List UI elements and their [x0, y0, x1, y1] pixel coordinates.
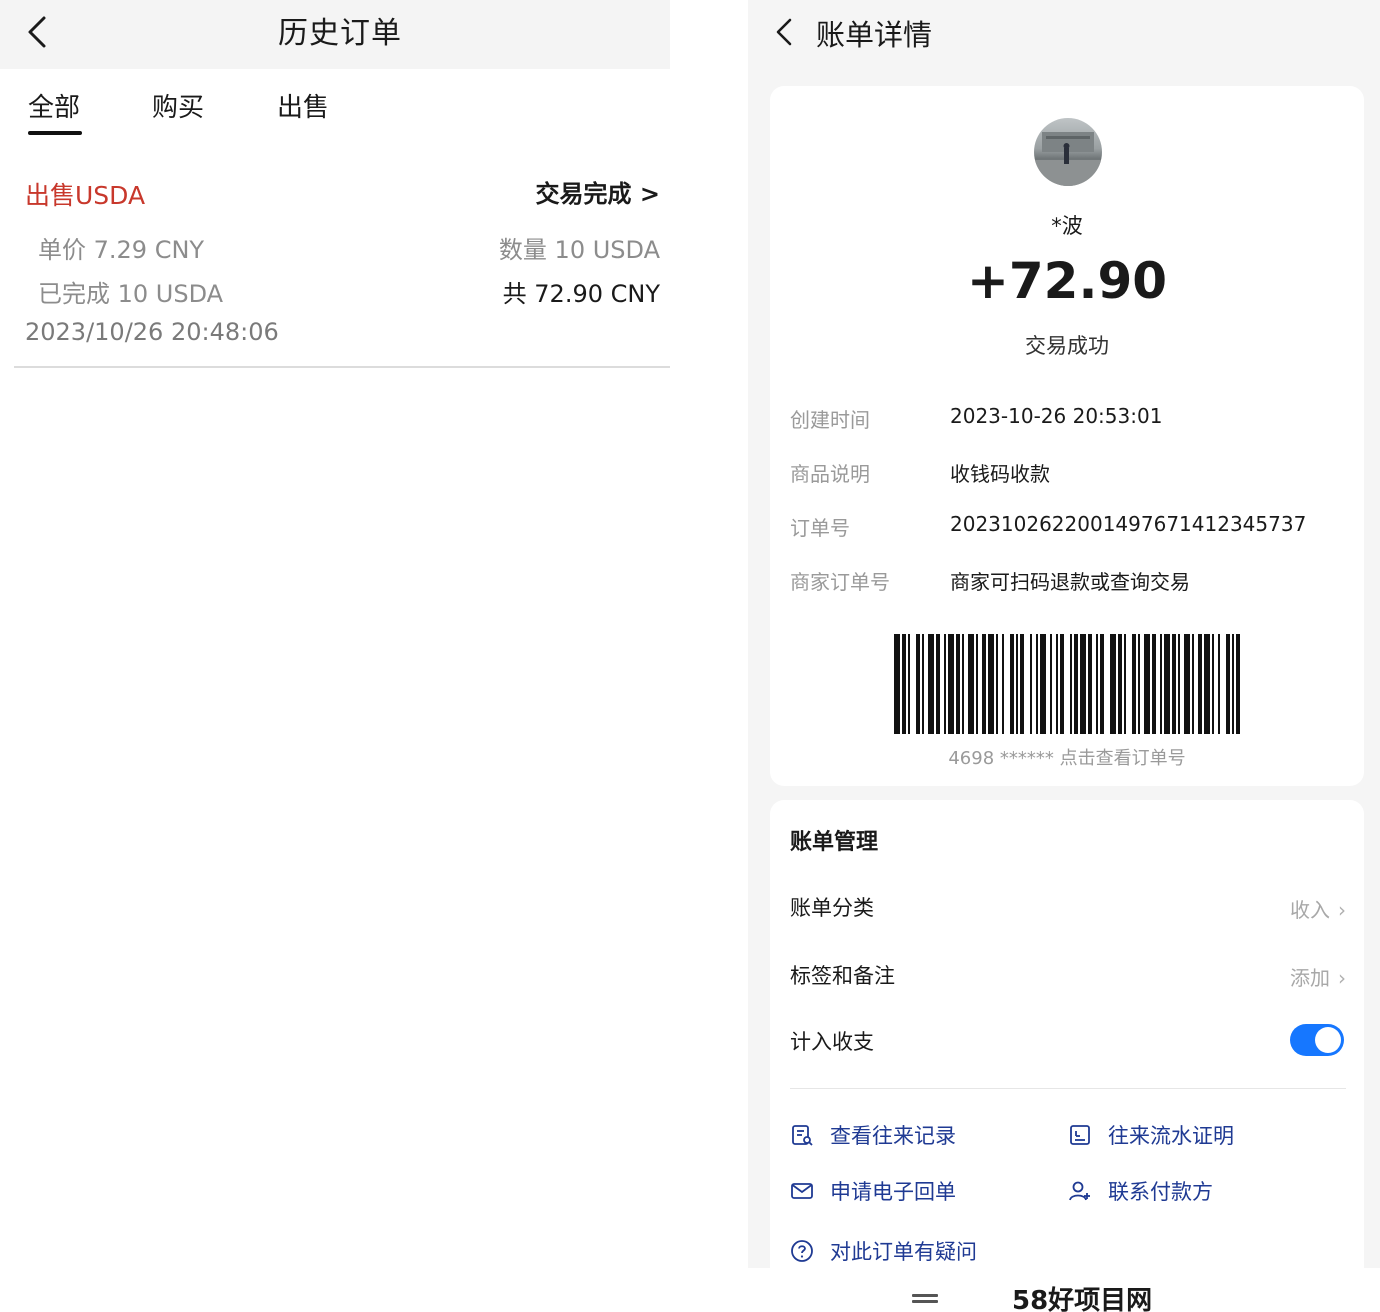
created-time-value: 2023-10-26 20:53:01 [950, 404, 1163, 428]
barcode-caption[interactable]: 4698 ****** 点击查看订单号 [770, 744, 1364, 770]
question-label: 对此订单有疑问 [830, 1240, 977, 1264]
tab-active-indicator [28, 131, 82, 135]
back-arrow-icon[interactable] [768, 14, 804, 50]
contact-payer-label: 联系付款方 [1108, 1180, 1213, 1204]
order-no-label: 订单号 [790, 516, 850, 540]
contact-payer-button[interactable]: 联系付款方 [1068, 1176, 1213, 1206]
order-type: 出售USDA [25, 181, 146, 210]
bill-amount: +72.90 [966, 252, 1168, 310]
order-time: 2023/10/26 20:48:06 [25, 318, 279, 346]
nav-gesture-icon [912, 1294, 938, 1304]
tab-buy[interactable]: 购买 [152, 87, 204, 124]
tags-selector[interactable]: 添加 › [1290, 962, 1346, 991]
tab-sell[interactable]: 出售 [277, 87, 329, 124]
section-title: 账单管理 [790, 830, 879, 855]
history-header: 历史订单 [0, 0, 670, 69]
tab-all[interactable]: 全部 [28, 87, 80, 124]
order-status-link[interactable]: 交易完成 > [536, 174, 660, 209]
bill-status: 交易成功 [1025, 334, 1109, 358]
payer-name: *波 [1051, 214, 1083, 238]
envelope-icon [791, 1183, 813, 1199]
order-completed: 已完成 10 USDA [38, 280, 224, 308]
bill-summary-card: *波 +72.90 交易成功 创建时间 2023-10-26 20:53:01 … [770, 86, 1364, 786]
avatar-photo-icon [1034, 132, 1102, 186]
order-total: 共 72.90 CNY [502, 280, 660, 308]
chevron-right-icon: › [1338, 966, 1346, 990]
order-tabs: 全部 购买 出售 [0, 69, 670, 139]
chevron-right-icon: › [1338, 898, 1346, 922]
bill-detail-screen: 账单详情 *波 +72.90 交易成功 创建时间 2023-10-26 20:5… [748, 0, 1380, 1268]
e-receipt-button[interactable]: 申请电子回单 [790, 1176, 956, 1206]
order-quantity: 数量 10 USDA [498, 236, 660, 264]
category-selector[interactable]: 收入 › [1290, 894, 1346, 923]
product-desc-label: 商品说明 [790, 462, 870, 486]
tags-label: 标签和备注 [790, 964, 895, 988]
order-list-item[interactable]: 出售USDA 交易完成 > 单价 7.29 CNY 数量 10 USDA 已完成… [0, 160, 670, 368]
watermark: 58好项目网www.58hxm.com [1012, 1286, 1153, 1312]
product-desc-value: 收钱码收款 [950, 462, 1050, 486]
flow-proof-label: 往来流水证明 [1108, 1124, 1234, 1148]
bill-management-card: 账单管理 账单分类 收入 › 标签和备注 添加 › 计入收支 查看往来记录 往来… [770, 800, 1364, 1268]
question-button[interactable]: 对此订单有疑问 [790, 1236, 977, 1266]
merchant-order-label: 商家订单号 [790, 570, 890, 594]
view-records-button[interactable]: 查看往来记录 [790, 1120, 956, 1150]
created-time-label: 创建时间 [790, 408, 870, 432]
merchant-order-value: 商家可扫码退款或查询交易 [950, 570, 1190, 594]
record-list-icon [792, 1125, 813, 1146]
e-receipt-label: 申请电子回单 [830, 1180, 956, 1204]
include-toggle[interactable] [1290, 1024, 1344, 1056]
page-title: 历史订单 [278, 16, 402, 51]
order-unit-price: 单价 7.29 CNY [38, 236, 205, 264]
history-orders-screen: 历史订单 全部 购买 出售 出售USDA 交易完成 > 单价 7.29 CNY … [0, 0, 670, 1312]
divider [790, 1088, 1346, 1089]
barcode-image[interactable] [894, 634, 1244, 734]
view-records-label: 查看往来记录 [830, 1124, 956, 1148]
divider [14, 366, 670, 368]
flow-proof-button[interactable]: 往来流水证明 [1068, 1120, 1234, 1150]
document-icon [1070, 1125, 1090, 1145]
toggle-knob [1315, 1027, 1341, 1053]
page-title: 账单详情 [816, 18, 933, 52]
contact-person-icon [1069, 1181, 1090, 1201]
order-no-value: 2023102622001497671412345737 [950, 512, 1307, 536]
category-label: 账单分类 [790, 896, 874, 920]
screenshot-canvas: 历史订单 全部 购买 出售 出售USDA 交易完成 > 单价 7.29 CNY … [0, 0, 1380, 1312]
category-value: 收入 [1290, 898, 1330, 922]
avatar [1034, 118, 1102, 186]
question-circle-icon [791, 1240, 813, 1262]
include-label: 计入收支 [790, 1030, 874, 1054]
tags-value: 添加 [1290, 966, 1330, 990]
